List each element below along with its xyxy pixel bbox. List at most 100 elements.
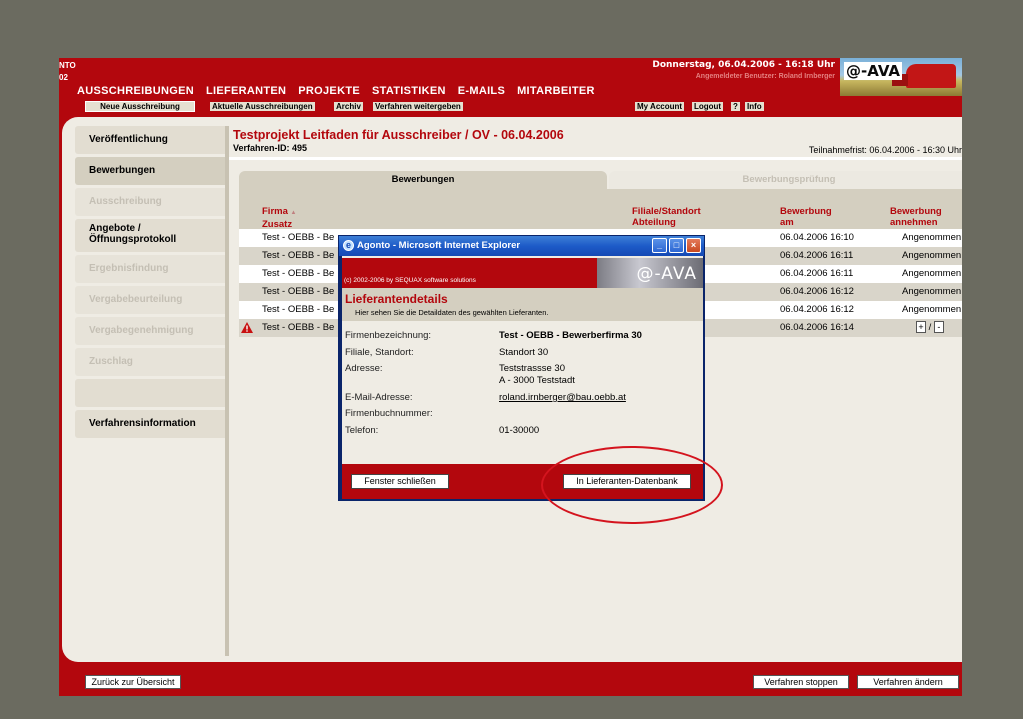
warning-icon bbox=[241, 322, 253, 340]
sort-asc-icon: ▲ bbox=[290, 210, 297, 216]
stop-procedure-button[interactable]: Verfahren stoppen bbox=[753, 675, 849, 689]
row-company-link[interactable]: Test - OEBB - Be bbox=[262, 247, 334, 265]
phone-label: Telefon: bbox=[345, 425, 379, 436]
current-tenders-link[interactable]: Aktuelle Ausschreibungen bbox=[210, 102, 315, 111]
popup-section-title: Lieferantendetails bbox=[345, 292, 448, 306]
row-date: 06.04.2006 16:11 bbox=[780, 250, 854, 261]
header-left-text: NTO 02 bbox=[59, 60, 76, 84]
sidebar-item-vergabegenehmigung: Vergabegenehmigung bbox=[75, 317, 225, 345]
col-applied-sub: am bbox=[780, 217, 794, 228]
info-link[interactable]: Info bbox=[745, 102, 764, 111]
sidebar-divider bbox=[225, 126, 229, 656]
logout-link[interactable]: Logout bbox=[692, 102, 724, 111]
row-status: Angenommen bbox=[902, 286, 962, 297]
row-status: Angenommen bbox=[902, 232, 962, 243]
archive-link[interactable]: Archiv bbox=[334, 102, 363, 111]
copyright-text: (c) 2002-2006 by SEQUAX software solutio… bbox=[344, 277, 476, 284]
close-window-button[interactable]: Fenster schließen bbox=[351, 474, 449, 489]
sidebar-item-zuschlag: Zuschlag bbox=[75, 348, 225, 376]
col-accept-label: Bewerbung bbox=[890, 206, 942, 217]
row-company-link[interactable]: Test - OEBB - Be bbox=[262, 265, 334, 283]
row-status: Angenommen bbox=[902, 304, 962, 315]
maximize-icon[interactable]: □ bbox=[669, 238, 684, 253]
back-to-overview-button[interactable]: Zurück zur Übersicht bbox=[85, 675, 181, 689]
help-link[interactable]: ? bbox=[731, 102, 740, 111]
col-company[interactable]: Firma ▲ Zusatz bbox=[262, 206, 296, 230]
row-date: 06.04.2006 16:12 bbox=[780, 304, 854, 315]
row-company-link[interactable]: Test - OEBB - Be bbox=[262, 319, 334, 337]
email-label: E-Mail-Adresse: bbox=[345, 392, 413, 403]
main-nav: AUSSCHREIBUNGEN LIEFERANTEN PROJEKTE STA… bbox=[77, 85, 595, 97]
address-line-2: A - 3000 Teststadt bbox=[499, 375, 575, 386]
popup-logo-text: @-AVA bbox=[636, 264, 697, 284]
sidebar-item-angebote-line2: Öffnungsprotokoll bbox=[89, 234, 177, 245]
reject-button[interactable]: - bbox=[933, 321, 944, 334]
nav-ausschreibungen[interactable]: AUSSCHREIBUNGEN bbox=[77, 85, 194, 97]
accept-reject-controls: + / - bbox=[916, 319, 944, 337]
popup-section-header: Lieferantendetails Hier sehen Sie die De… bbox=[342, 288, 703, 321]
header-left-line-2: 02 bbox=[59, 73, 68, 82]
company-label: Firmenbezeichnung: bbox=[345, 330, 432, 341]
sidebar-item-verfahrensinformation[interactable]: Verfahrensinformation bbox=[75, 410, 225, 438]
popup-titlebar[interactable]: e Agonto - Microsoft Internet Explorer _… bbox=[339, 236, 704, 256]
address-line-1: Teststrassse 30 bbox=[499, 363, 565, 374]
title-divider bbox=[229, 157, 962, 160]
row-date: 06.04.2006 16:12 bbox=[780, 286, 854, 297]
row-status: Angenommen bbox=[902, 268, 962, 279]
col-company-label: Firma bbox=[262, 206, 288, 217]
tab-bewerbungen[interactable]: Bewerbungen bbox=[239, 171, 607, 189]
nav-projekte[interactable]: PROJEKTE bbox=[298, 85, 360, 97]
sub-nav: Neue Ausschreibung Aktuelle Ausschreibun… bbox=[59, 100, 962, 114]
row-date: 06.04.2006 16:14 bbox=[780, 322, 854, 333]
popup-ava-logo: @-AVA bbox=[597, 258, 703, 288]
nav-emails[interactable]: E-MAILS bbox=[458, 85, 505, 97]
sidebar-item-blank bbox=[75, 379, 225, 407]
deadline: Teilnahmefrist: 06.04.2006 - 16:30 Uhr bbox=[808, 145, 962, 155]
nav-lieferanten[interactable]: LIEFERANTEN bbox=[206, 85, 286, 97]
minimize-icon[interactable]: _ bbox=[652, 238, 667, 253]
phone-value: 01-30000 bbox=[499, 425, 540, 436]
nav-statistiken[interactable]: STATISTIKEN bbox=[372, 85, 446, 97]
sidebar-item-angebote-line1: Angebote / bbox=[89, 223, 141, 234]
internet-explorer-icon: e bbox=[343, 240, 354, 251]
tab-bewerbungspruefung[interactable]: Bewerbungsprüfung bbox=[609, 171, 962, 189]
my-account-link[interactable]: My Account bbox=[635, 102, 685, 111]
row-status: Angenommen bbox=[902, 250, 962, 261]
sidebar-item-ergebnisfindung: Ergebnisfindung bbox=[75, 255, 225, 283]
row-company-link[interactable]: Test - OEBB - Be bbox=[262, 301, 334, 319]
col-applied: Bewerbung am bbox=[780, 206, 832, 228]
new-tender-button[interactable]: Neue Ausschreibung bbox=[85, 101, 195, 112]
header-datetime: Donnerstag, 06.04.2006 - 16:18 Uhr bbox=[652, 60, 835, 70]
forward-procedure-link[interactable]: Verfahren weitergeben bbox=[373, 102, 463, 111]
header-user: Angemeldeter Benutzer: Roland Irnberger bbox=[695, 73, 835, 80]
col-accept-sub: annehmen bbox=[890, 217, 938, 228]
sidebar-item-ausschreibung: Ausschreibung bbox=[75, 188, 225, 216]
row-company-link[interactable]: Test - OEBB - Be bbox=[262, 283, 334, 301]
accept-button[interactable]: + bbox=[916, 321, 926, 334]
branch-label: Filiale, Standort: bbox=[345, 347, 414, 358]
col-branch-label: Filiale/Standort bbox=[632, 206, 701, 217]
company-register-label: Firmenbuchnummer: bbox=[345, 408, 433, 419]
sidebar-item-bewerbungen[interactable]: Bewerbungen bbox=[75, 157, 225, 185]
close-icon[interactable]: × bbox=[686, 238, 701, 253]
highlight-ellipse bbox=[541, 446, 723, 524]
accept-separator: / bbox=[928, 322, 932, 333]
address-label: Adresse: bbox=[345, 363, 383, 374]
row-date: 06.04.2006 16:10 bbox=[780, 232, 854, 243]
col-applied-label: Bewerbung bbox=[780, 206, 832, 217]
header-left-line-1: NTO bbox=[59, 61, 76, 70]
col-branch-sub: Abteilung bbox=[632, 217, 676, 228]
sidebar-item-veroeffentlichung[interactable]: Veröffentlichung bbox=[75, 126, 225, 154]
change-procedure-button[interactable]: Verfahren ändern bbox=[857, 675, 959, 689]
ava-logo: @-AVA bbox=[840, 58, 962, 96]
sidebar-item-angebote[interactable]: Angebote / Öffnungsprotokoll bbox=[75, 219, 225, 252]
branch-value: Standort 30 bbox=[499, 347, 549, 358]
row-date: 06.04.2006 16:11 bbox=[780, 268, 854, 279]
popup-banner: (c) 2002-2006 by SEQUAX software solutio… bbox=[342, 258, 703, 288]
logo-text: @-AVA bbox=[844, 62, 903, 80]
popup-section-subtitle: Hier sehen Sie die Detaildaten des gewäh… bbox=[355, 308, 549, 317]
row-company-link[interactable]: Test - OEBB - Be bbox=[262, 229, 334, 247]
nav-mitarbeiter[interactable]: MITARBEITER bbox=[517, 85, 595, 97]
sidebar-item-vergabebeurteilung: Vergabebeurteilung bbox=[75, 286, 225, 314]
email-link[interactable]: roland.irnberger@bau.oebb.at bbox=[499, 392, 626, 404]
